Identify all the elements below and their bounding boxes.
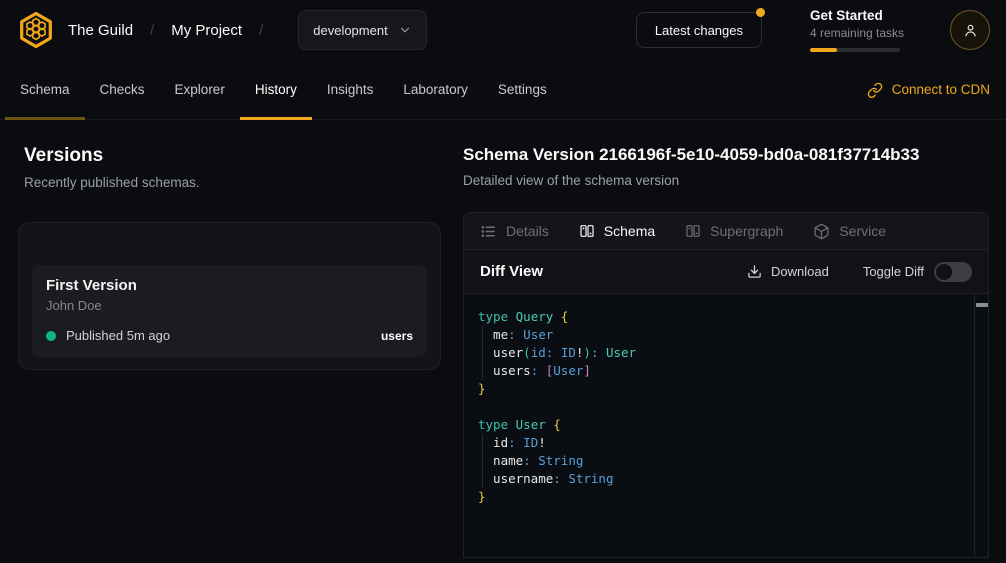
latest-changes-label: Latest changes bbox=[655, 23, 743, 38]
user-avatar[interactable] bbox=[950, 10, 990, 50]
connect-to-cdn-label: Connect to CDN bbox=[892, 82, 990, 97]
schema-version-title: Schema Version 2166196f-5e10-4059-bd0a-0… bbox=[463, 145, 989, 165]
code-line bbox=[478, 398, 960, 416]
code-line: } bbox=[478, 488, 960, 506]
diff-toolbar: Diff View Download Toggle Diff bbox=[464, 250, 988, 294]
service-badge: users bbox=[381, 329, 413, 343]
detail-tab-label: Details bbox=[506, 223, 549, 239]
app-header: The Guild / My Project / development Lat… bbox=[0, 0, 1006, 60]
link-icon bbox=[867, 82, 883, 98]
target-selector[interactable]: development bbox=[298, 10, 426, 50]
download-icon bbox=[747, 264, 762, 279]
detail-tab-details[interactable]: Details bbox=[480, 223, 549, 240]
version-status: Published 5m ago bbox=[66, 328, 170, 343]
get-started-subtitle: 4 remaining tasks bbox=[810, 26, 902, 40]
connect-to-cdn-button[interactable]: Connect to CDN bbox=[867, 60, 990, 119]
detail-tab-label: Service bbox=[839, 223, 886, 239]
detail-tabs: Details Schema Supergraph Service bbox=[464, 213, 988, 250]
toggle-diff-switch[interactable] bbox=[934, 262, 972, 282]
code-line: me: User bbox=[478, 326, 960, 344]
code-line: type User { bbox=[478, 416, 960, 434]
columns-icon bbox=[579, 223, 595, 239]
detail-tab-service[interactable]: Service bbox=[813, 223, 886, 240]
code-line: username: String bbox=[478, 470, 960, 488]
published-dot-icon bbox=[46, 331, 56, 341]
code-line: users: [User] bbox=[478, 362, 960, 380]
target-selector-value: development bbox=[313, 23, 387, 38]
nav-tab-insights[interactable]: Insights bbox=[312, 60, 389, 119]
code-line: user(id: ID!): User bbox=[478, 344, 960, 362]
nav-tab-checks[interactable]: Checks bbox=[85, 60, 160, 119]
chevron-down-icon bbox=[398, 23, 412, 37]
version-author: John Doe bbox=[46, 298, 413, 313]
list-icon bbox=[480, 223, 497, 240]
detail-tab-supergraph[interactable]: Supergraph bbox=[685, 223, 783, 239]
columns-icon bbox=[685, 223, 701, 239]
main-nav: SchemaChecksExplorerHistoryInsightsLabor… bbox=[0, 60, 1006, 120]
nav-tab-explorer[interactable]: Explorer bbox=[160, 60, 240, 119]
detail-tab-label: Supergraph bbox=[710, 223, 783, 239]
nav-tab-laboratory[interactable]: Laboratory bbox=[388, 60, 483, 119]
versions-subtitle: Recently published schemas. bbox=[24, 175, 441, 190]
code-lines: type Query { me: User user(id: ID!): Use… bbox=[478, 308, 960, 506]
main-content: Versions Recently published schemas. Fir… bbox=[0, 120, 1006, 558]
nav-tab-schema[interactable]: Schema bbox=[5, 60, 85, 119]
editor-scrollbar bbox=[974, 294, 988, 557]
breadcrumb-separator: / bbox=[259, 22, 263, 39]
get-started-progressbar bbox=[810, 48, 900, 52]
get-started-progress-fill bbox=[810, 48, 837, 52]
versions-title: Versions bbox=[24, 145, 441, 167]
version-name: First Version bbox=[46, 277, 413, 294]
nav-tab-history[interactable]: History bbox=[240, 60, 312, 119]
detail-tab-label: Schema bbox=[604, 223, 655, 239]
code-line: id: ID! bbox=[478, 434, 960, 452]
nav-tabs: SchemaChecksExplorerHistoryInsightsLabor… bbox=[5, 60, 562, 119]
nav-tab-settings[interactable]: Settings bbox=[483, 60, 562, 119]
version-status-row: Published 5m ago users bbox=[46, 328, 413, 343]
editor-scrollbar-thumb[interactable] bbox=[976, 303, 988, 307]
switch-knob bbox=[936, 264, 952, 280]
versions-panel: Versions Recently published schemas. Fir… bbox=[0, 120, 463, 370]
code-line: type Query { bbox=[478, 308, 960, 326]
version-list-item[interactable]: First Version John Doe Published 5m ago use… bbox=[32, 265, 427, 357]
breadcrumb-org[interactable]: The Guild bbox=[68, 22, 133, 39]
breadcrumb-project[interactable]: My Project bbox=[171, 22, 242, 39]
detail-tab-schema[interactable]: Schema bbox=[579, 223, 655, 239]
code-line: } bbox=[478, 380, 960, 398]
toggle-diff-label: Toggle Diff bbox=[863, 264, 924, 279]
download-label: Download bbox=[771, 264, 829, 279]
notification-dot bbox=[756, 8, 765, 17]
box-icon bbox=[813, 223, 830, 240]
versions-list-card: First Version John Doe Published 5m ago use… bbox=[18, 222, 441, 370]
breadcrumb-separator: / bbox=[150, 22, 154, 39]
version-detail-panel: Schema Version 2166196f-5e10-4059-bd0a-0… bbox=[463, 120, 1006, 558]
hive-logo-icon[interactable] bbox=[16, 10, 56, 50]
schema-detail-box: Details Schema Supergraph Service Diff V… bbox=[463, 212, 989, 558]
get-started-widget[interactable]: Get Started 4 remaining tasks bbox=[810, 8, 902, 52]
person-icon bbox=[962, 22, 979, 39]
get-started-title: Get Started bbox=[810, 8, 902, 23]
schema-code-editor[interactable]: type Query { me: User user(id: ID!): Use… bbox=[464, 294, 988, 557]
diff-view-title: Diff View bbox=[480, 263, 543, 280]
version-list: First Version John Doe Published 5m ago use… bbox=[32, 265, 427, 357]
download-button[interactable]: Download bbox=[747, 264, 829, 279]
latest-changes-button[interactable]: Latest changes bbox=[636, 12, 762, 48]
code-line: name: String bbox=[478, 452, 960, 470]
breadcrumb: The Guild / My Project / bbox=[68, 22, 280, 39]
schema-version-subtitle: Detailed view of the schema version bbox=[463, 173, 989, 188]
